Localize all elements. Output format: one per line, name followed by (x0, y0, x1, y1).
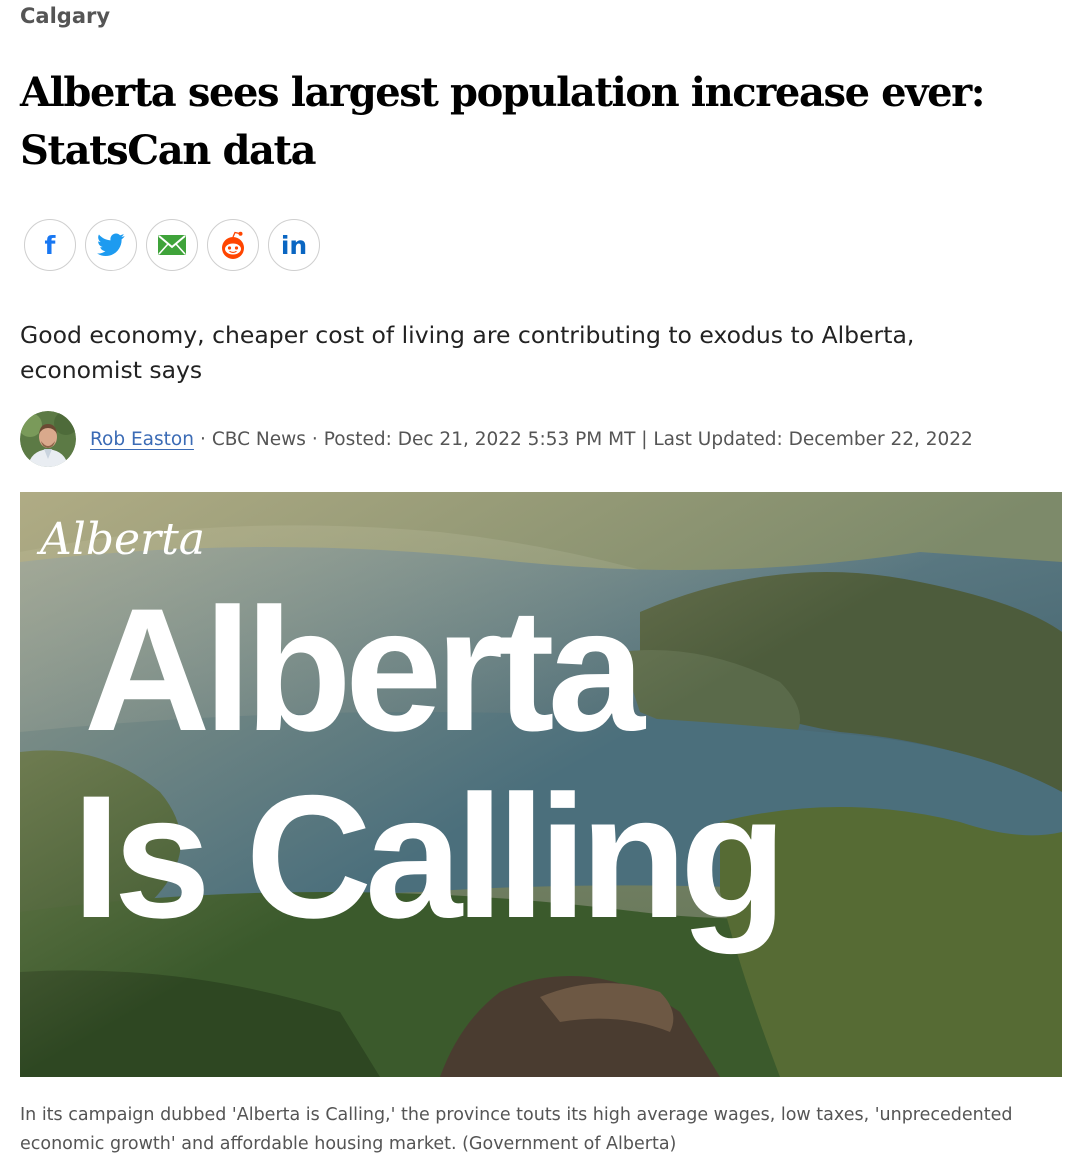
article-deck: Good economy, cheaper cost of living are… (20, 321, 915, 384)
share-linkedin-button[interactable]: in (268, 219, 320, 271)
byline-separator: · (311, 428, 318, 450)
author-link[interactable]: Rob Easton (90, 429, 194, 450)
byline-posted: Posted: Dec 21, 2022 5:53 PM MT | Last U… (323, 428, 973, 450)
section-link[interactable]: Calgary (20, 4, 110, 28)
image-caption: In its campaign dubbed 'Alberta is Calli… (20, 1105, 1013, 1154)
linkedin-icon: in (277, 232, 311, 258)
twitter-icon (97, 233, 125, 257)
share-twitter-button[interactable] (85, 219, 137, 271)
hero-image: Alberta Alberta Is Calling (20, 492, 1062, 1077)
byline-outlet: CBC News (211, 428, 306, 450)
hero-logo-text: Alberta (36, 514, 205, 565)
share-bar: f in (24, 219, 320, 271)
email-icon (157, 234, 187, 256)
svg-text:f: f (45, 232, 57, 258)
svg-text:in: in (281, 232, 307, 258)
article-headline: Alberta sees largest population increase… (20, 69, 986, 174)
byline-separator: · (199, 428, 206, 450)
author-avatar (20, 411, 76, 467)
share-email-button[interactable] (146, 219, 198, 271)
byline: Rob Easton · CBC News · Posted: Dec 21, … (20, 410, 973, 468)
hero-headline-line2: Is Calling (72, 760, 780, 955)
share-facebook-button[interactable]: f (24, 219, 76, 271)
hero-headline-line1: Alberta (84, 573, 647, 768)
share-reddit-button[interactable] (207, 219, 259, 271)
reddit-icon (217, 230, 249, 260)
facebook-icon: f (39, 232, 61, 258)
